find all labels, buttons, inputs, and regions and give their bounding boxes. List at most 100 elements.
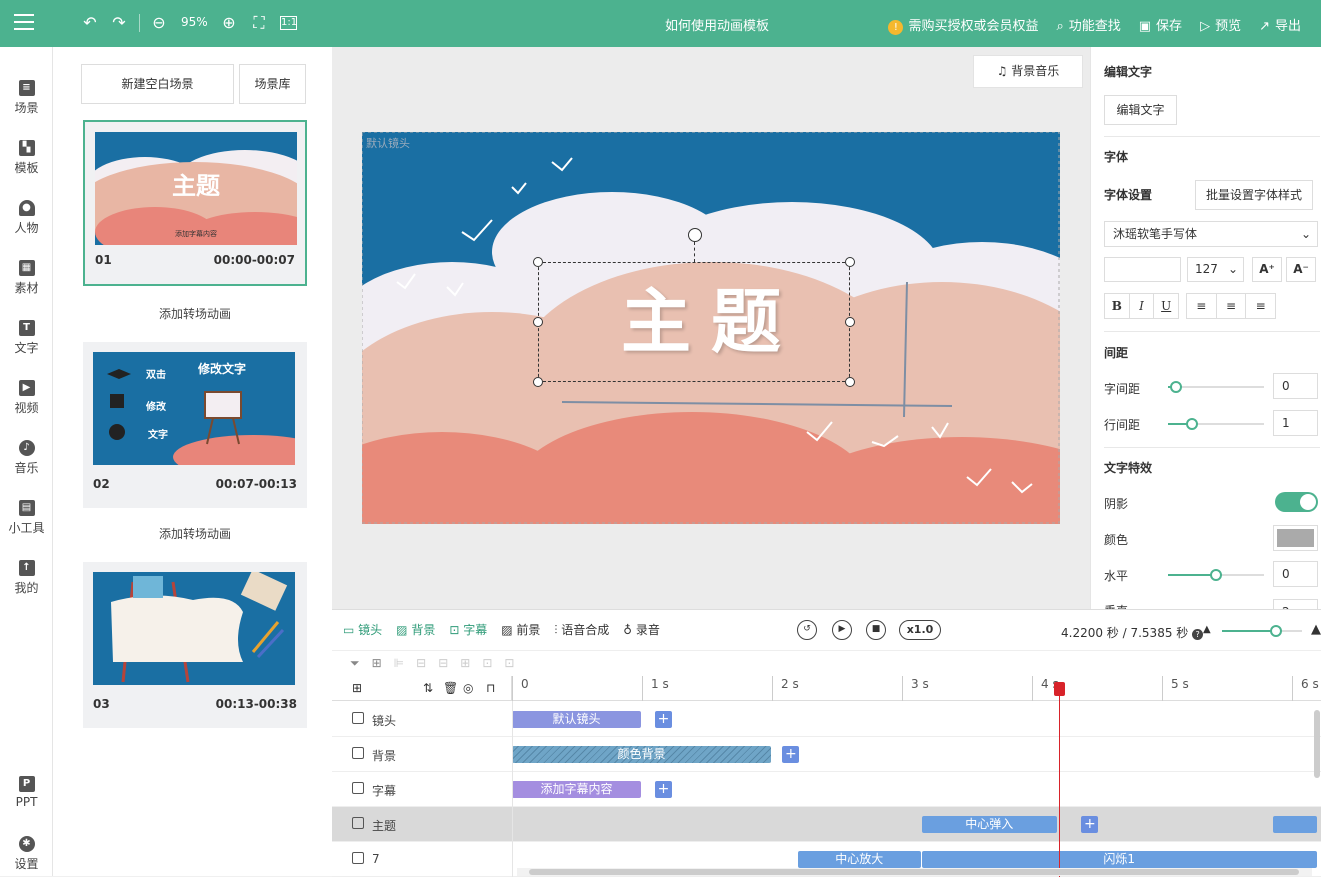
edit-text-button[interactable]: 编辑文字 [1104, 95, 1177, 125]
batch-font-style-button[interactable]: 批量设置字体样式 [1195, 180, 1313, 210]
tab-record[interactable]: ♁ 录音 [623, 621, 660, 638]
nav-template[interactable]: ▚ 模板 [0, 140, 53, 176]
resize-handle[interactable] [533, 377, 543, 387]
nav-music[interactable]: ♪ 音乐 [0, 440, 53, 476]
vertical-scrollbar[interactable] [1314, 710, 1320, 778]
actual-size-icon[interactable]: 1:1 [280, 16, 297, 30]
undo-icon[interactable]: ↶ [80, 13, 100, 33]
tab-background[interactable]: ▨ 背景 [396, 621, 435, 638]
hide-icon[interactable]: ◎ [463, 681, 473, 695]
feature-search-button[interactable]: ⌕ 功能查找 [1056, 15, 1120, 35]
shadow-color-picker[interactable] [1273, 525, 1318, 551]
nav-mine[interactable]: ↑ 我的 [0, 560, 53, 596]
playhead-handle[interactable] [1053, 682, 1065, 696]
zoom-small-icon[interactable]: ▲ [1203, 624, 1211, 635]
align-center-icon[interactable]: ≡ [1215, 294, 1246, 318]
add-transition-link[interactable]: 添加转场动画 [83, 305, 307, 322]
stop-icon[interactable]: ■ [866, 620, 886, 640]
letter-spacing-input[interactable]: 0 [1273, 373, 1318, 399]
export-button[interactable]: ↗ 导出 [1259, 15, 1301, 35]
slider-knob[interactable] [1186, 418, 1198, 430]
timeline-clip[interactable] [1272, 816, 1317, 833]
speed-button[interactable]: x1.0 [899, 620, 941, 640]
add-transition-link[interactable]: 添加转场动画 [83, 525, 307, 542]
horizontal-slider[interactable] [1168, 569, 1264, 581]
timeline-clip[interactable]: 默认镜头 [512, 711, 641, 728]
save-button[interactable]: ▣ 保存 [1139, 15, 1182, 35]
slider-knob[interactable] [1210, 569, 1222, 581]
group-icon[interactable]: ⊡ [482, 656, 492, 671]
nav-text[interactable]: T 文字 [0, 320, 53, 356]
track-row[interactable]: 字幕 添加字幕内容 + [332, 772, 1321, 807]
distribute-icon[interactable]: ⊞ [460, 656, 470, 671]
replay-icon[interactable]: ↺ [797, 620, 817, 640]
slider-knob[interactable] [1169, 381, 1182, 393]
slider-knob[interactable] [1270, 625, 1282, 637]
layer-list-icon[interactable]: ⊞ [372, 656, 382, 671]
resize-handle[interactable] [533, 317, 543, 327]
resize-handle[interactable] [845, 317, 855, 327]
horizontal-input[interactable]: 0 [1273, 561, 1318, 587]
tab-foreground[interactable]: ▨ 前景 [501, 621, 540, 638]
license-notice[interactable]: ! 需购买授权或会员权益 [888, 15, 1038, 35]
timeline-clip[interactable]: 中心弹入 [921, 816, 1057, 833]
tab-camera[interactable]: ▭ 镜头 [343, 621, 382, 638]
nav-toolbox[interactable]: ▤ 小工具 [0, 500, 53, 536]
align-right-icon[interactable]: ⊟ [438, 656, 448, 671]
horizontal-scrollbar[interactable] [517, 868, 1312, 876]
timeline-clip[interactable]: 中心放大 [798, 851, 921, 868]
background-music-button[interactable]: ♫ 背景音乐 [973, 55, 1083, 88]
sort-icon[interactable]: ⇅ [423, 681, 433, 695]
timeline-zoom-slider[interactable] [1222, 625, 1302, 637]
line-spacing-slider[interactable] [1168, 418, 1264, 430]
add-animation-icon[interactable]: + [655, 711, 672, 728]
underline-icon[interactable]: U [1153, 294, 1178, 318]
letter-spacing-slider[interactable] [1168, 381, 1264, 393]
track-row[interactable]: 背景 颜色背景 + [332, 737, 1321, 772]
resize-handle[interactable] [533, 257, 543, 267]
play-icon[interactable]: ▶ [832, 620, 852, 640]
fullscreen-icon[interactable]: ⛶ [249, 13, 269, 33]
new-blank-scene-button[interactable]: 新建空白场景 [81, 64, 234, 104]
nav-video[interactable]: ▶ 视频 [0, 380, 53, 416]
nav-ppt[interactable]: P PPT [0, 776, 53, 809]
rotate-handle[interactable] [688, 228, 702, 242]
font-size-select[interactable]: 127 ⌄ [1187, 257, 1244, 282]
align-left-icon[interactable]: ⊫ [394, 656, 404, 671]
bold-icon[interactable]: B [1105, 294, 1129, 318]
align-left-icon[interactable]: ≡ [1187, 294, 1216, 318]
increase-font-icon[interactable]: A⁺ [1252, 257, 1282, 282]
timeline-clip[interactable]: 添加字幕内容 [512, 781, 641, 798]
ungroup-icon[interactable]: ⊡ [504, 656, 514, 671]
tab-subtitle[interactable]: ⊡ 字幕 [449, 621, 487, 638]
delete-icon[interactable]: 🗑 [443, 681, 458, 695]
resize-handle[interactable] [845, 377, 855, 387]
nav-person[interactable]: ● 人物 [0, 200, 53, 236]
layers-icon[interactable]: ⊞ [352, 681, 362, 695]
italic-icon[interactable]: I [1128, 294, 1154, 318]
font-family-select[interactable]: 沐瑶软笔手写体 ⌄ [1104, 221, 1318, 247]
scene-card-01[interactable]: 主题 添加字幕内容 01 00:00-00:07 [83, 120, 307, 286]
timeline-clip[interactable]: 闪烁1 [921, 851, 1317, 868]
menu-icon[interactable] [14, 14, 34, 32]
lock-icon[interactable]: ⊓ [486, 681, 495, 695]
vertical-input[interactable]: 2 [1273, 599, 1318, 609]
align-right-icon[interactable]: ≡ [1245, 294, 1275, 318]
add-animation-icon[interactable]: + [1081, 816, 1099, 833]
filter-icon[interactable]: ⏷ [350, 656, 360, 671]
track-row[interactable]: 镜头 默认镜头 + [332, 702, 1321, 737]
help-icon[interactable]: ? [1192, 629, 1204, 640]
nav-scene[interactable]: ≡ 场景 [0, 80, 53, 116]
track-row[interactable]: 主题 中心弹入 + [332, 807, 1321, 842]
scene-card-02[interactable]: 双击 修改文字 修改 文字 02 00:07-00:13 [83, 342, 307, 508]
scene-card-03[interactable]: 03 00:13-00:38 [83, 562, 307, 728]
zoom-large-icon[interactable]: ▲ [1311, 622, 1321, 637]
time-ruler[interactable]: 01 s2 s3 s4 s5 s6 s [512, 676, 1321, 701]
main-title-text[interactable]: 主题 [362, 262, 1060, 382]
nav-material[interactable]: ▦ 素材 [0, 260, 53, 296]
preview-button[interactable]: ▷ 预览 [1200, 15, 1241, 35]
playhead[interactable] [1053, 682, 1065, 877]
add-animation-icon[interactable]: + [655, 781, 672, 798]
nav-settings[interactable]: ✱ 设置 [0, 836, 53, 872]
redo-icon[interactable]: ↷ [109, 13, 129, 33]
